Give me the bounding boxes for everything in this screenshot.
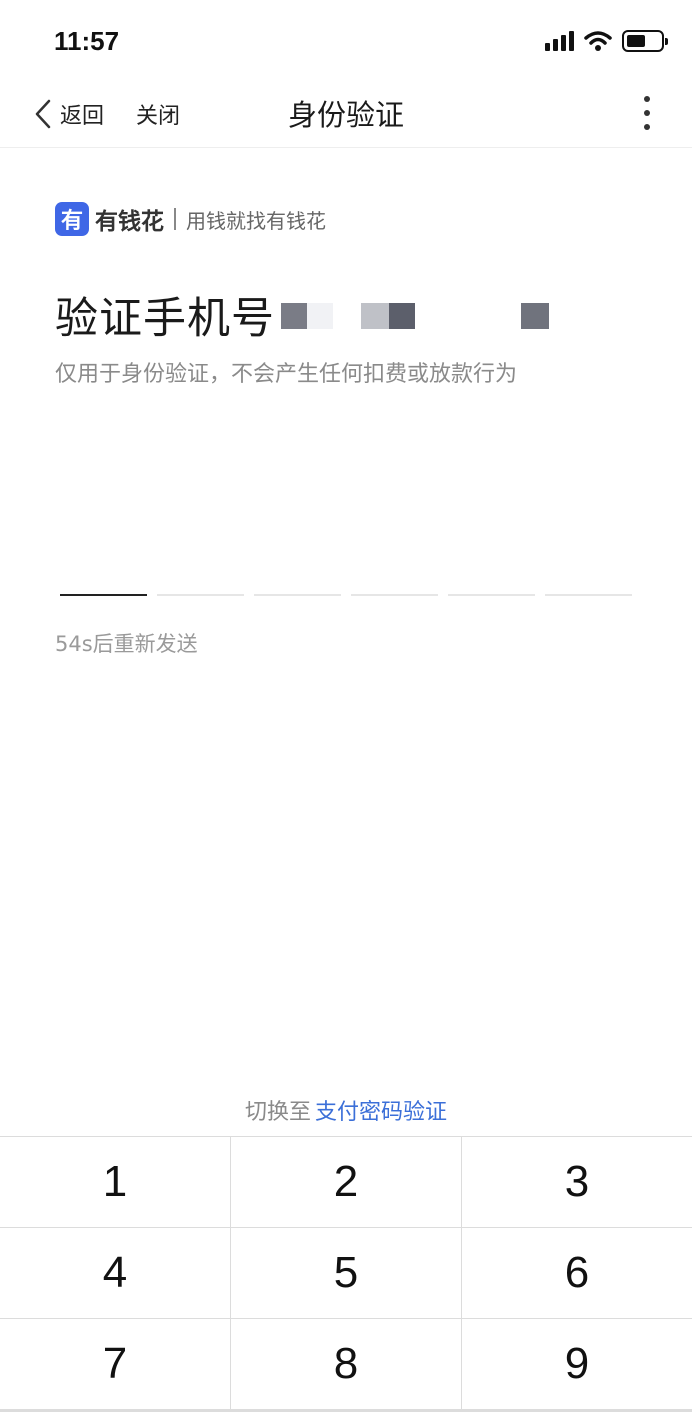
brand-header: 有 有钱花 用钱就找有钱花 xyxy=(55,202,326,236)
brand-slogan: 用钱就找有钱花 xyxy=(186,208,326,233)
page-title: 身份验证 xyxy=(287,98,404,132)
brand-name: 有钱花 xyxy=(95,209,164,235)
code-cell[interactable] xyxy=(448,560,535,596)
verify-title: 验证手机号 xyxy=(55,284,561,346)
brand-divider xyxy=(174,208,176,230)
code-cell[interactable] xyxy=(60,560,147,596)
status-icons xyxy=(545,28,668,54)
key-3[interactable]: 3 xyxy=(462,1137,692,1227)
code-cell[interactable] xyxy=(254,560,341,596)
verify-subtitle: 仅用于身份验证，不会产生任何扣费或放款行为 xyxy=(55,362,518,387)
switch-to-password-link[interactable]: 支付密码验证 xyxy=(315,1100,447,1125)
status-bar: 11:57 xyxy=(0,0,692,80)
key-7[interactable]: 7 xyxy=(0,1319,230,1409)
signal-icon xyxy=(545,31,574,51)
switch-prefix: 切换至 xyxy=(244,1100,311,1125)
verify-title-text: 验证手机号 xyxy=(55,294,275,344)
nav-bar: 返回 关闭 身份验证 xyxy=(0,80,692,148)
key-8[interactable]: 8 xyxy=(231,1319,461,1409)
key-5[interactable]: 5 xyxy=(231,1228,461,1318)
more-icon[interactable] xyxy=(642,96,652,130)
switch-method-row: 切换至 支付密码验证 xyxy=(0,1094,692,1126)
key-2[interactable]: 2 xyxy=(231,1137,461,1227)
code-cell[interactable] xyxy=(157,560,244,596)
key-1[interactable]: 1 xyxy=(0,1137,230,1227)
verification-code-input[interactable] xyxy=(60,560,632,596)
brand-logo: 有 xyxy=(55,202,89,236)
key-9[interactable]: 9 xyxy=(462,1319,692,1409)
masked-phone-number xyxy=(281,295,561,335)
key-6[interactable]: 6 xyxy=(462,1228,692,1318)
status-time: 11:57 xyxy=(54,26,120,56)
key-4[interactable]: 4 xyxy=(0,1228,230,1318)
code-cell[interactable] xyxy=(351,560,438,596)
wifi-icon xyxy=(584,31,612,51)
battery-icon xyxy=(622,30,668,52)
resend-countdown: 54s后重新发送 xyxy=(55,632,198,656)
code-cell[interactable] xyxy=(545,560,632,596)
numeric-keypad: 1 2 3 4 5 6 7 8 9 xyxy=(0,1136,692,1412)
